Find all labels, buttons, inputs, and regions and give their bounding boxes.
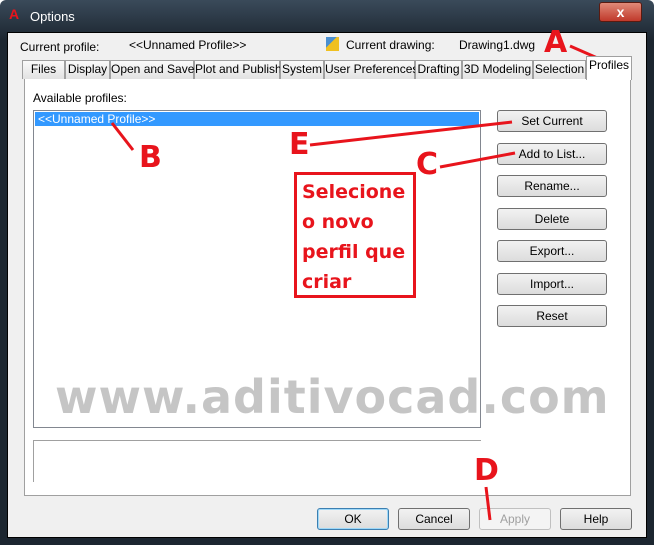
arrow-c	[439, 151, 516, 169]
annotation-a: A	[544, 25, 568, 60]
annotation-b: B	[139, 140, 162, 175]
annotation-c: C	[416, 147, 439, 182]
arrow-d	[484, 486, 492, 521]
arrow-b	[110, 122, 135, 151]
annotation-e: E	[289, 127, 310, 162]
tab-profiles[interactable]: Profiles	[586, 56, 632, 80]
annotation-d: D	[474, 453, 499, 488]
arrow-e	[309, 120, 513, 147]
annotation-note: Selecione o novo perfil que criar	[294, 172, 416, 298]
